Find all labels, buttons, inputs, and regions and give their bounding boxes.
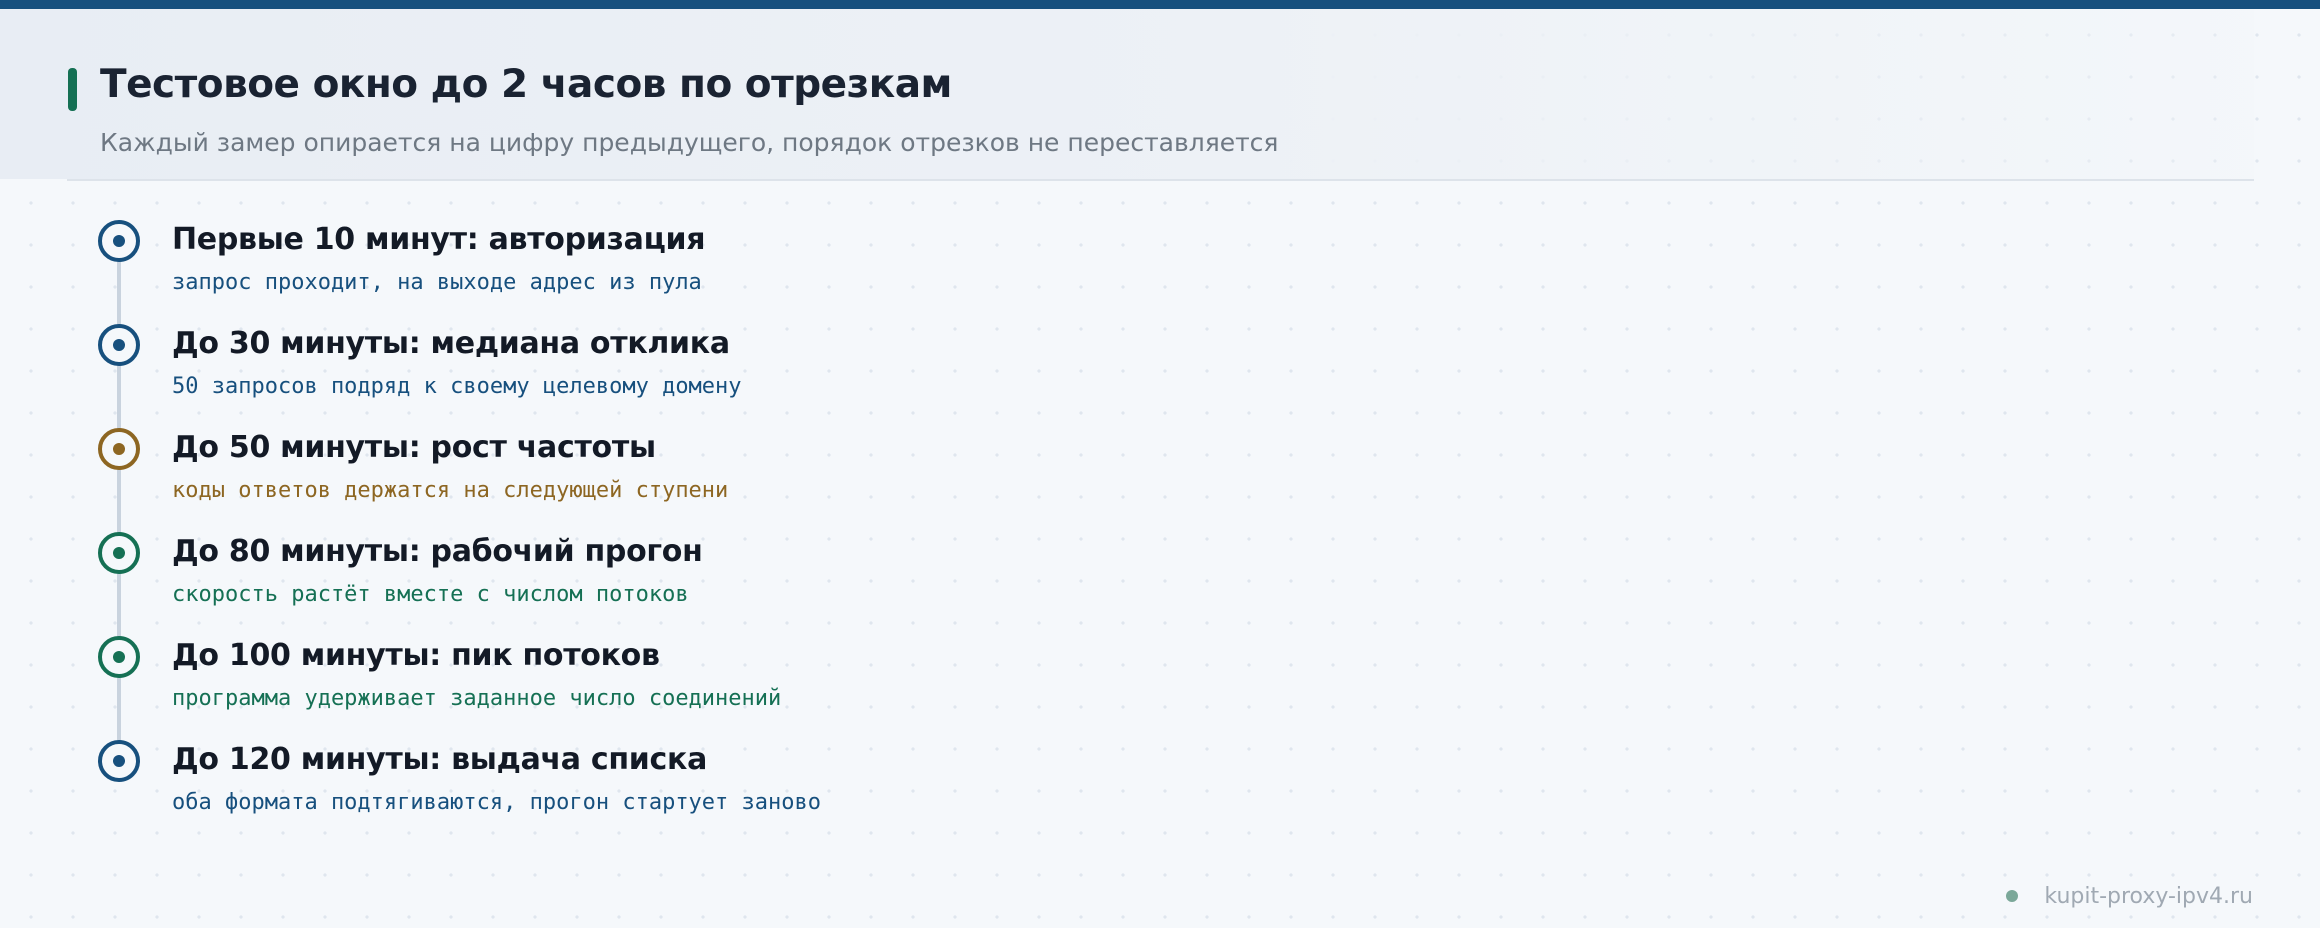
footer-dot-icon (2006, 890, 2019, 902)
header-divider (67, 179, 2254, 181)
timeline-marker-icon (98, 636, 140, 678)
milestone-title: До 30 минуты: медиана отклика (172, 326, 730, 361)
milestone-title: До 100 минуты: пик потоков (172, 638, 660, 673)
milestone-item: Первые 10 минут: авторизация запрос прох… (98, 220, 1498, 324)
timeline-marker-icon (98, 532, 140, 574)
timeline-marker-icon (98, 428, 140, 470)
page-subtitle: Каждый замер опирается на цифру предыдущ… (100, 128, 1279, 157)
page-title: Тестовое окно до 2 часов по отрезкам (100, 62, 952, 107)
milestone-description: коды ответов держатся на следующей ступе… (172, 478, 729, 503)
milestone-description: 50 запросов подряд к своему целевому дом… (172, 374, 742, 399)
milestone-item: До 80 минуты: рабочий прогон скорость ра… (98, 532, 1498, 636)
milestone-title: До 50 минуты: рост частоты (172, 430, 656, 465)
milestone-description: запрос проходит, на выходе адрес из пула (172, 270, 702, 295)
milestone-title: До 120 минуты: выдача списка (172, 742, 708, 777)
milestone-item: До 50 минуты: рост частоты коды ответов … (98, 428, 1498, 532)
milestone-description: программа удерживает заданное число соед… (172, 686, 782, 711)
milestone-item: До 120 минуты: выдача списка оба формата… (98, 740, 1498, 844)
milestone-item: До 100 минуты: пик потоков программа уде… (98, 636, 1498, 740)
timeline-marker-icon (98, 324, 140, 366)
milestone-title: Первые 10 минут: авторизация (172, 222, 706, 257)
milestone-title: До 80 минуты: рабочий прогон (172, 534, 703, 569)
title-accent-bar (68, 68, 77, 111)
top-accent-bar (0, 0, 2320, 9)
milestone-item: До 30 минуты: медиана отклика 50 запросо… (98, 324, 1498, 428)
timeline-marker-icon (98, 220, 140, 262)
milestone-description: оба формата подтягиваются, прогон старту… (172, 790, 822, 815)
footer-site-link[interactable]: kupit-proxy-ipv4.ru (2044, 884, 2253, 909)
milestone-description: скорость растёт вместе с числом потоков (172, 582, 689, 607)
timeline-marker-icon (98, 740, 140, 782)
footer: kupit-proxy-ipv4.ru (2006, 878, 2253, 914)
